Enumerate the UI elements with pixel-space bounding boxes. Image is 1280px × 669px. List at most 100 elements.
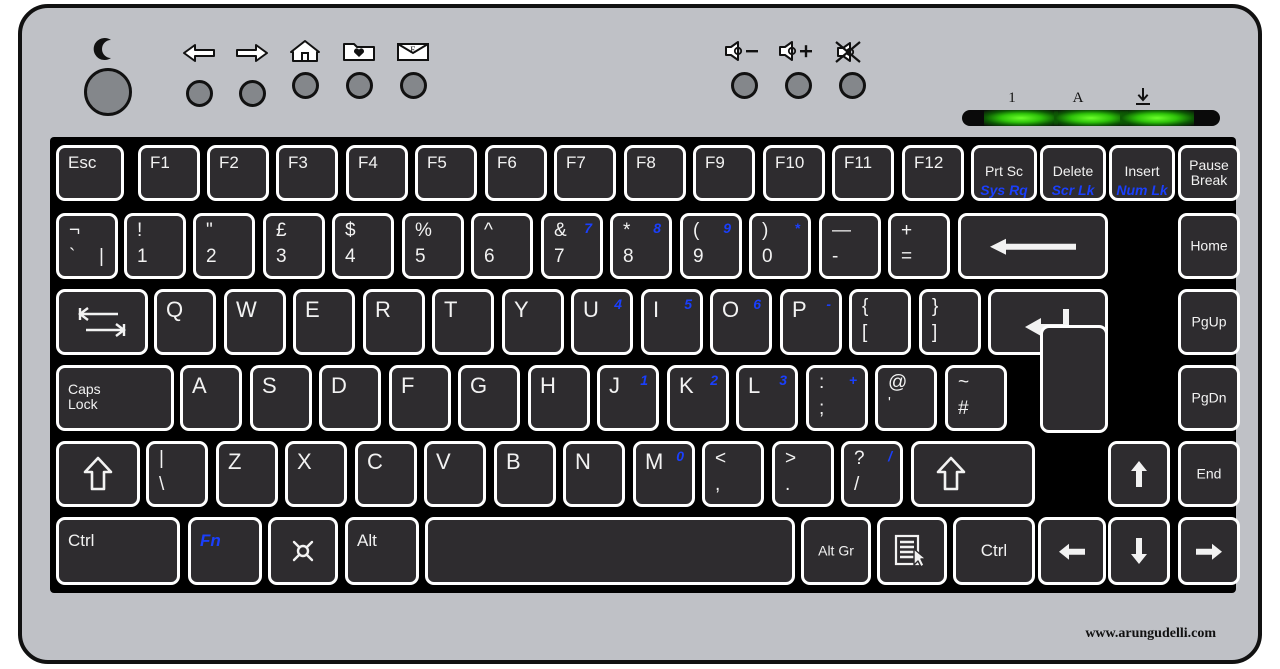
key-minus[interactable]: — - [819, 213, 881, 279]
key-f10[interactable]: F10 [763, 145, 825, 201]
key-windows[interactable] [268, 517, 338, 585]
back-key-cap[interactable] [185, 80, 213, 107]
key-arrow-up[interactable] [1108, 441, 1170, 507]
key-i[interactable]: I5 [641, 289, 703, 355]
key-s[interactable]: S [250, 365, 312, 431]
key-ctrl-left[interactable]: Ctrl [56, 517, 180, 585]
key-k[interactable]: K2 [667, 365, 729, 431]
volume-up-button[interactable] [776, 38, 820, 99]
favorites-button[interactable] [338, 38, 380, 99]
key-a[interactable]: A [180, 365, 242, 431]
key-c[interactable]: C [355, 441, 417, 507]
key-escape[interactable]: Esc [56, 145, 124, 201]
key-arrow-right[interactable] [1178, 517, 1240, 585]
key-arrow-down[interactable] [1108, 517, 1170, 585]
key-f11[interactable]: F11 [832, 145, 894, 201]
key-semicolon[interactable]: :; + [806, 365, 868, 431]
key-f12[interactable]: F12 [902, 145, 964, 201]
sleep-button[interactable] [80, 34, 136, 116]
key-bracket-right[interactable]: }] [919, 289, 981, 355]
key-backspace[interactable] [958, 213, 1108, 279]
key-r[interactable]: R [363, 289, 425, 355]
key-f9[interactable]: F9 [693, 145, 755, 201]
key-o[interactable]: O6 [710, 289, 772, 355]
key-g[interactable]: G [458, 365, 520, 431]
favorites-key-cap[interactable] [345, 72, 373, 99]
sleep-key-cap[interactable] [84, 68, 132, 116]
email-button[interactable]: E [392, 38, 434, 99]
key-end[interactable]: End [1178, 441, 1240, 507]
key-backtick[interactable]: ¬ ` | [56, 213, 118, 279]
key-arrow-left[interactable] [1038, 517, 1106, 585]
key-digit-8[interactable]: * 8 8 [610, 213, 672, 279]
key-n[interactable]: N [563, 441, 625, 507]
key-shift-left[interactable] [56, 441, 140, 507]
key-fn[interactable]: Fn [188, 517, 262, 585]
key-digit-6[interactable]: ^ 6 [471, 213, 533, 279]
key-period[interactable]: >. [772, 441, 834, 507]
volume-down-key-cap[interactable] [730, 72, 758, 99]
key-digit-7[interactable]: & 7 7 [541, 213, 603, 279]
forward-key-cap[interactable] [238, 80, 266, 107]
key-digit-9[interactable]: (9 9 [680, 213, 742, 279]
key-digit-5[interactable]: % 5 [402, 213, 464, 279]
key-page-up[interactable]: PgUp [1178, 289, 1240, 355]
key-insert[interactable]: Insert Num Lk [1109, 145, 1175, 201]
key-d[interactable]: D [319, 365, 381, 431]
key-u[interactable]: U4 [571, 289, 633, 355]
key-digit-2[interactable]: " 2 [193, 213, 255, 279]
key-bracket-left[interactable]: {[ [849, 289, 911, 355]
key-hash[interactable]: ~ # [945, 365, 1007, 431]
mute-button[interactable] [830, 38, 874, 99]
key-b[interactable]: B [494, 441, 556, 507]
key-f6[interactable]: F6 [485, 145, 547, 201]
key-pause-break[interactable]: Pause Break [1178, 145, 1240, 201]
key-p[interactable]: P- [780, 289, 842, 355]
email-key-cap[interactable] [399, 72, 427, 99]
back-button[interactable] [179, 42, 219, 107]
key-y[interactable]: Y [502, 289, 564, 355]
volume-up-key-cap[interactable] [784, 72, 812, 99]
key-f3[interactable]: F3 [276, 145, 338, 201]
key-w[interactable]: W [224, 289, 286, 355]
mute-key-cap[interactable] [838, 72, 866, 99]
key-digit-3[interactable]: £3 [263, 213, 325, 279]
key-shift-right[interactable] [911, 441, 1035, 507]
key-f8[interactable]: F8 [624, 145, 686, 201]
key-f4[interactable]: F4 [346, 145, 408, 201]
key-page-down[interactable]: PgDn [1178, 365, 1240, 431]
key-f1[interactable]: F1 [138, 145, 200, 201]
key-equals[interactable]: + = [888, 213, 950, 279]
key-f7[interactable]: F7 [554, 145, 616, 201]
key-print-screen[interactable]: Prt Sc Sys Rq [971, 145, 1037, 201]
key-alt-left[interactable]: Alt [345, 517, 419, 585]
key-m[interactable]: M0 [633, 441, 695, 507]
forward-button[interactable] [232, 42, 272, 107]
key-h[interactable]: H [528, 365, 590, 431]
key-digit-4[interactable]: $4 [332, 213, 394, 279]
key-digit-0[interactable]: ) 0 * [749, 213, 811, 279]
key-delete[interactable]: Delete Scr Lk [1040, 145, 1106, 201]
key-f[interactable]: F [389, 365, 451, 431]
key-space[interactable] [425, 517, 795, 585]
key-t[interactable]: T [432, 289, 494, 355]
volume-down-button[interactable] [722, 38, 766, 99]
browser-home-button[interactable] [285, 38, 325, 99]
key-x[interactable]: X [285, 441, 347, 507]
key-menu[interactable] [877, 517, 947, 585]
key-ctrl-right[interactable]: Ctrl [953, 517, 1035, 585]
key-home[interactable]: Home [1178, 213, 1240, 279]
key-caps-lock[interactable]: Caps Lock [56, 365, 174, 431]
key-l[interactable]: L3 [736, 365, 798, 431]
key-v[interactable]: V [424, 441, 486, 507]
key-slash[interactable]: ? / / [841, 441, 903, 507]
key-f5[interactable]: F5 [415, 145, 477, 201]
browser-home-key-cap[interactable] [291, 72, 319, 99]
key-z[interactable]: Z [216, 441, 278, 507]
key-f2[interactable]: F2 [207, 145, 269, 201]
key-digit-1[interactable]: ! 1 [124, 213, 186, 279]
key-tab[interactable] [56, 289, 148, 355]
key-alt-gr[interactable]: Alt Gr [801, 517, 871, 585]
key-j[interactable]: J1 [597, 365, 659, 431]
key-apostrophe[interactable]: @ ' [875, 365, 937, 431]
